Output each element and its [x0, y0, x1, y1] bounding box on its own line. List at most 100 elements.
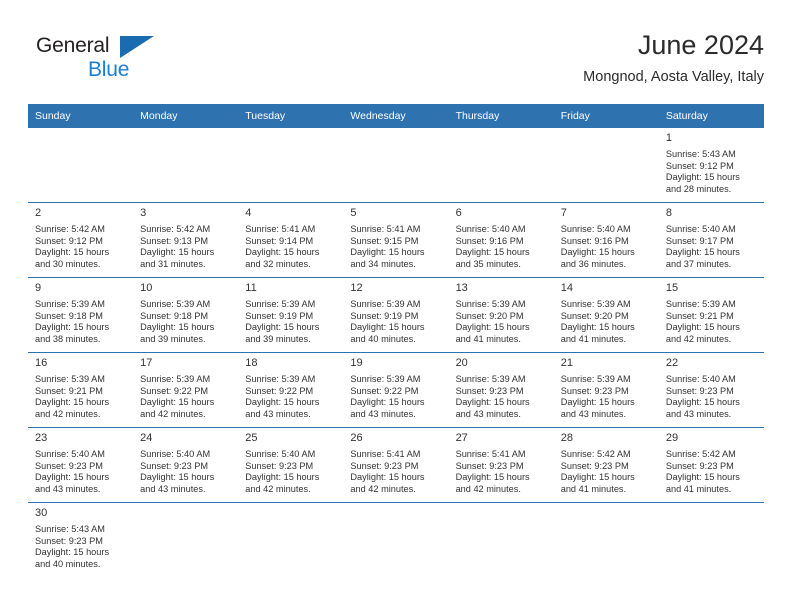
sunrise-text: Sunrise: 5:40 AM [455, 224, 526, 234]
sunrise-text: Sunrise: 5:40 AM [245, 449, 316, 459]
day-number: 20 [455, 357, 468, 369]
daylight-text-line2: and 31 minutes. [140, 258, 206, 269]
sunrise-text: Sunrise: 5:41 AM [455, 449, 526, 459]
daylight-text-line1: Daylight: 15 hours [140, 397, 215, 408]
day-details: Sunrise: 5:39 AM Sunset: 9:18 PM Daylight:… [28, 298, 133, 345]
day-cell-content: 19 Sunrise: 5:39 AM Sunset: 9:22 PM Dayligh… [343, 353, 448, 427]
daylight-text-line2: and 28 minutes. [665, 183, 732, 194]
sunrise-text: Sunrise: 5:39 AM [455, 374, 526, 384]
daylight-text-line2: and 42 minutes. [350, 483, 416, 494]
calendar-day-cell[interactable]: 18 Sunrise: 5:39 AM Sunset: 9:22 PM Dayligh… [238, 352, 344, 428]
calendar-day-cell[interactable]: 7 Sunrise: 5:40 AM Sunset: 9:16 PM Daylight… [553, 202, 659, 278]
sunset-text: Sunset: 9:21 PM [665, 310, 734, 321]
day-cell-content [133, 503, 238, 581]
sunset-text: Sunset: 9:12 PM [665, 160, 734, 171]
day-cell-content: 20 Sunrise: 5:39 AM Sunset: 9:23 PM Dayligh… [449, 353, 554, 427]
daylight-text-line1: Daylight: 15 hours [140, 247, 215, 258]
calendar-day-cell[interactable]: 24 Sunrise: 5:40 AM Sunset: 9:23 PM Dayligh… [133, 427, 239, 503]
calendar-day-cell[interactable]: 19 Sunrise: 5:39 AM Sunset: 9:22 PM Dayligh… [343, 352, 449, 428]
sunset-text: Sunset: 9:22 PM [350, 385, 419, 396]
day-details: Sunrise: 5:39 AM Sunset: 9:19 PM Daylight:… [238, 298, 343, 345]
day-number: 5 [350, 207, 357, 219]
daylight-text-line2: and 43 minutes. [560, 408, 627, 419]
sunset-text: Sunset: 9:20 PM [560, 310, 629, 321]
calendar-day-cell[interactable]: 11 Sunrise: 5:39 AM Sunset: 9:19 PM Dayligh… [238, 277, 344, 353]
calendar-day-cell[interactable]: 27 Sunrise: 5:41 AM Sunset: 9:23 PM Dayligh… [448, 427, 554, 503]
day-number: 30 [35, 507, 48, 519]
calendar-day-cell[interactable]: 22 Sunrise: 5:40 AM Sunset: 9:23 PM Dayligh… [658, 352, 764, 428]
sunset-text: Sunset: 9:21 PM [35, 385, 103, 396]
sunrise-text: Sunrise: 5:39 AM [560, 374, 631, 384]
calendar-day-cell[interactable]: 17 Sunrise: 5:39 AM Sunset: 9:22 PM Dayligh… [133, 352, 239, 428]
calendar-day-cell[interactable]: 10 Sunrise: 5:39 AM Sunset: 9:18 PM Dayligh… [133, 277, 239, 353]
daylight-text-line1: Daylight: 15 hours [455, 472, 530, 483]
calendar-day-cell[interactable]: 14 Sunrise: 5:39 AM Sunset: 9:20 PM Dayligh… [553, 277, 659, 353]
day-details: Sunrise: 5:40 AM Sunset: 9:23 PM Daylight:… [238, 448, 343, 495]
day-number: 29 [665, 432, 679, 444]
daylight-text-line2: and 41 minutes. [560, 483, 627, 494]
day-cell-content: 4 Sunrise: 5:41 AM Sunset: 9:14 PM Daylight… [238, 203, 343, 277]
calendar-day-cell[interactable]: 25 Sunrise: 5:40 AM Sunset: 9:23 PM Dayligh… [238, 427, 344, 503]
calendar-day-cell[interactable]: 15 Sunrise: 5:39 AM Sunset: 9:21 PM Dayligh… [658, 277, 764, 353]
sunset-text: Sunset: 9:23 PM [560, 385, 629, 396]
weekday-header-tuesday: Tuesday [238, 104, 344, 128]
calendar-day-cell[interactable]: 20 Sunrise: 5:39 AM Sunset: 9:23 PM Dayligh… [448, 352, 554, 428]
day-number: 14 [560, 282, 573, 294]
day-details: Sunrise: 5:42 AM Sunset: 9:12 PM Daylight:… [28, 223, 133, 270]
sunrise-text: Sunrise: 5:42 AM [665, 449, 736, 459]
sunset-text: Sunset: 9:23 PM [455, 385, 524, 396]
day-cell-content: 3 Sunrise: 5:42 AM Sunset: 9:13 PM Daylight… [133, 203, 238, 277]
sunrise-text: Sunrise: 5:40 AM [140, 449, 211, 459]
page-subtitle: Mongnod, Aosta Valley, Italy [583, 69, 764, 85]
page-title: June 2024 [637, 30, 764, 60]
day-cell-content: 17 Sunrise: 5:39 AM Sunset: 9:22 PM Dayligh… [133, 353, 238, 427]
calendar-day-cell[interactable]: 9 Sunrise: 5:39 AM Sunset: 9:18 PM Daylight… [28, 277, 134, 353]
calendar-day-cell[interactable]: 26 Sunrise: 5:41 AM Sunset: 9:23 PM Dayligh… [343, 427, 449, 503]
calendar-day-cell[interactable]: 30 Sunrise: 5:43 AM Sunset: 9:23 PM Dayligh… [28, 502, 134, 581]
day-details: Sunrise: 5:39 AM Sunset: 9:23 PM Daylight:… [449, 373, 554, 420]
calendar-day-cell[interactable]: 12 Sunrise: 5:39 AM Sunset: 9:19 PM Dayligh… [343, 277, 449, 353]
day-number: 25 [245, 432, 258, 444]
daylight-text-line2: and 43 minutes. [665, 408, 732, 419]
sunset-text: Sunset: 9:23 PM [140, 460, 209, 471]
calendar-empty-cell [28, 128, 134, 203]
day-cell-content [554, 128, 659, 202]
day-number: 11 [245, 282, 257, 294]
calendar-day-cell[interactable]: 3 Sunrise: 5:42 AM Sunset: 9:13 PM Daylight… [133, 202, 239, 278]
sunset-text: Sunset: 9:15 PM [350, 235, 419, 246]
daylight-text-line2: and 43 minutes. [35, 483, 101, 494]
day-number: 15 [665, 282, 679, 294]
day-number: 1 [665, 132, 672, 144]
calendar-day-cell[interactable]: 2 Sunrise: 5:42 AM Sunset: 9:12 PM Daylight… [28, 202, 134, 278]
calendar-day-cell[interactable]: 23 Sunrise: 5:40 AM Sunset: 9:23 PM Dayligh… [28, 427, 134, 503]
day-number: 22 [665, 357, 679, 369]
daylight-text-line2: and 42 minutes. [35, 408, 101, 419]
calendar-day-cell[interactable]: 16 Sunrise: 5:39 AM Sunset: 9:21 PM Dayligh… [28, 352, 134, 428]
calendar-day-cell[interactable]: 28 Sunrise: 5:42 AM Sunset: 9:23 PM Dayligh… [553, 427, 659, 503]
day-details: Sunrise: 5:41 AM Sunset: 9:23 PM Daylight:… [343, 448, 448, 495]
calendar-day-cell[interactable]: 1 Sunrise: 5:43 AM Sunset: 9:12 PM Daylight… [658, 128, 764, 203]
daylight-text-line2: and 37 minutes. [665, 258, 732, 269]
sunset-text: Sunset: 9:20 PM [455, 310, 524, 321]
logo-text-general: General [36, 34, 110, 57]
calendar-day-cell[interactable]: 6 Sunrise: 5:40 AM Sunset: 9:16 PM Daylight… [448, 202, 554, 278]
sunset-text: Sunset: 9:23 PM [455, 460, 524, 471]
general-blue-logo[interactable]: General Blue [36, 34, 166, 86]
calendar-day-cell[interactable]: 5 Sunrise: 5:41 AM Sunset: 9:15 PM Daylight… [343, 202, 449, 278]
sunset-text: Sunset: 9:22 PM [245, 385, 314, 396]
day-cell-content: 23 Sunrise: 5:40 AM Sunset: 9:23 PM Dayligh… [28, 428, 133, 502]
day-cell-content: 22 Sunrise: 5:40 AM Sunset: 9:23 PM Dayligh… [659, 353, 764, 427]
day-cell-content: 14 Sunrise: 5:39 AM Sunset: 9:20 PM Dayligh… [554, 278, 659, 352]
calendar-day-cell[interactable]: 4 Sunrise: 5:41 AM Sunset: 9:14 PM Daylight… [238, 202, 344, 278]
day-details: Sunrise: 5:39 AM Sunset: 9:23 PM Daylight:… [554, 373, 659, 420]
day-cell-content: 12 Sunrise: 5:39 AM Sunset: 9:19 PM Dayligh… [343, 278, 448, 352]
calendar-day-cell[interactable]: 8 Sunrise: 5:40 AM Sunset: 9:17 PM Daylight… [658, 202, 764, 278]
day-details: Sunrise: 5:40 AM Sunset: 9:17 PM Daylight:… [659, 223, 764, 270]
day-cell-content: 27 Sunrise: 5:41 AM Sunset: 9:23 PM Dayligh… [449, 428, 554, 502]
day-details: Sunrise: 5:39 AM Sunset: 9:20 PM Daylight:… [449, 298, 554, 345]
calendar-day-cell[interactable]: 29 Sunrise: 5:42 AM Sunset: 9:23 PM Dayligh… [658, 427, 764, 503]
calendar-day-cell[interactable]: 13 Sunrise: 5:39 AM Sunset: 9:20 PM Dayligh… [448, 277, 554, 353]
sunset-text: Sunset: 9:23 PM [665, 385, 734, 396]
day-cell-content: 29 Sunrise: 5:42 AM Sunset: 9:23 PM Dayligh… [659, 428, 764, 502]
calendar-day-cell[interactable]: 21 Sunrise: 5:39 AM Sunset: 9:23 PM Dayligh… [553, 352, 659, 428]
